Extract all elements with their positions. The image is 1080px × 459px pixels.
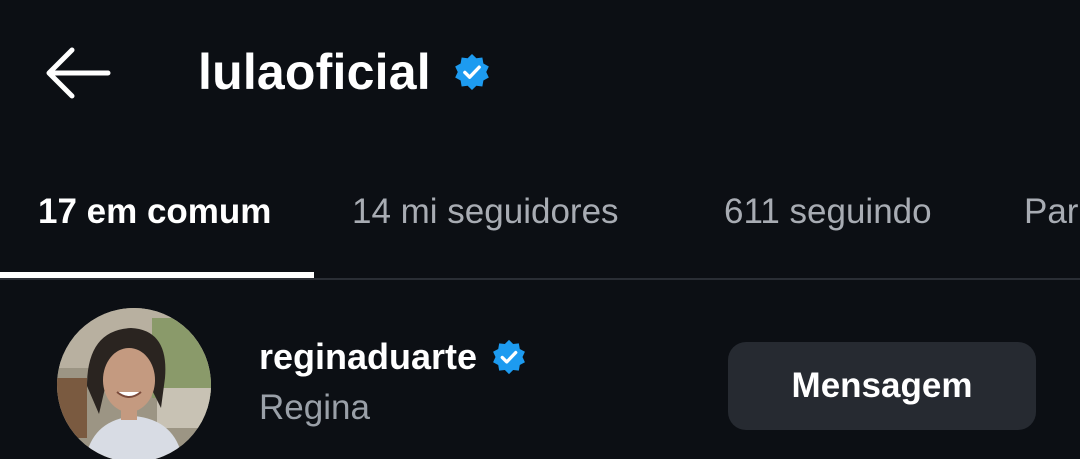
username[interactable]: reginaduarte [259, 336, 477, 378]
top-bar: lulaoficial [0, 0, 1080, 140]
tab-bar: 17 em comum 14 mi seguidores 611 seguind… [0, 170, 1080, 280]
page-title: lulaoficial [198, 44, 431, 100]
verified-badge-icon [493, 339, 525, 375]
title-group: lulaoficial [198, 40, 491, 104]
message-button[interactable]: Mensagem [728, 342, 1036, 430]
arrow-left-icon [46, 47, 111, 99]
tabs-divider [0, 278, 1080, 280]
verified-badge-icon [455, 53, 489, 91]
tab-seguidores[interactable]: 14 mi seguidores [352, 192, 619, 232]
display-name: Regina [259, 388, 370, 427]
profile-following-screen: lulaoficial 17 em comum 14 mi seguidores… [0, 0, 1080, 459]
list-item[interactable]: reginaduarte Regina Mensagem [0, 300, 1080, 459]
back-button[interactable] [38, 40, 116, 106]
profile-photo [57, 308, 211, 459]
username-group: reginaduarte [259, 336, 527, 378]
tab-seguindo[interactable]: 611 seguindo [724, 192, 932, 232]
tab-em-comum[interactable]: 17 em comum [38, 192, 271, 232]
tab-partial[interactable]: Par [1024, 192, 1078, 232]
avatar[interactable] [57, 308, 211, 459]
